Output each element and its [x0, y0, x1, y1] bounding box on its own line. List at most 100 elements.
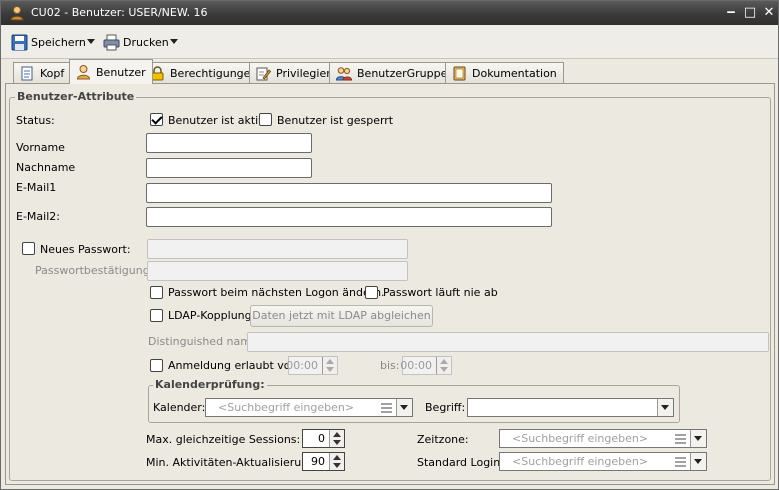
tab-dokumentation[interactable]: Dokumentation — [445, 62, 564, 83]
maximize-button[interactable]: □ — [742, 5, 758, 21]
title-bar: CU02 - Benutzer: USER/NEW. 16 ‒ □ ✕ — [1, 1, 778, 25]
tab-privilegien[interactable]: Privilegien — [249, 62, 341, 83]
min-activity-label: Min. Aktivitäten-Aktualisierung: — [146, 456, 319, 469]
standard-login-label: Standard Login: — [417, 456, 504, 469]
tab-berechtigungen-label: Berechtigungen — [170, 66, 258, 80]
change-on-logon-label: Passwort beim nächsten Logon ändern. — [168, 286, 385, 299]
vorname-input[interactable] — [146, 133, 312, 153]
max-sessions-value: 0 — [318, 432, 325, 445]
tab-bar: Kopf Benutzer Berechtigungen Privilegien… — [1, 59, 778, 84]
print-button[interactable]: Drucken — [103, 33, 169, 51]
new-password-input[interactable] — [147, 239, 408, 259]
print-dropdown-arrow[interactable] — [170, 39, 178, 44]
tab-privilegien-label: Privilegien — [276, 66, 334, 80]
login-until-time-stepper[interactable]: 00:00 — [400, 356, 452, 375]
never-expires-checkbox[interactable] — [365, 286, 378, 299]
save-icon — [11, 34, 28, 50]
spin-up-icon[interactable] — [326, 359, 334, 364]
close-button[interactable]: ✕ — [761, 5, 777, 21]
user-attributes-title: Benutzer-Attribute — [15, 90, 137, 103]
change-on-logon-checkbox[interactable] — [150, 286, 163, 299]
calendar-check-title: Kalenderprüfung: — [153, 378, 267, 391]
save-button[interactable]: Speichern — [11, 33, 86, 51]
standard-login-combobox[interactable]: <Suchbegriff eingeben> — [499, 452, 707, 471]
distinguished-name-input[interactable] — [247, 332, 769, 352]
max-sessions-label: Max. gleichzeitige Sessions: — [146, 433, 301, 446]
timezone-label: Zeitzone: — [417, 433, 469, 446]
tab-kopf[interactable]: Kopf — [13, 62, 72, 83]
document-icon — [21, 66, 33, 80]
spin-down-icon[interactable] — [333, 440, 341, 445]
window-title: CU02 - Benutzer: USER/NEW. 16 — [31, 6, 208, 19]
new-password-label: Neues Passwort: — [40, 243, 131, 256]
email2-input[interactable] — [146, 207, 552, 227]
login-from-time-stepper[interactable]: 00:00 — [286, 356, 338, 375]
chevron-down-icon[interactable] — [657, 399, 673, 416]
save-dropdown-arrow[interactable] — [87, 39, 95, 44]
term-combobox[interactable] — [467, 398, 674, 417]
tab-benutzer[interactable]: Benutzer — [69, 59, 153, 84]
login-from-time-value: 00:00 — [286, 359, 318, 372]
standard-login-placeholder: <Suchbegriff eingeben> — [512, 455, 649, 468]
calendar-combobox[interactable]: <Suchbegriff eingeben> — [205, 398, 413, 417]
list-icon[interactable] — [675, 457, 686, 467]
minimize-button[interactable]: ‒ — [723, 5, 739, 21]
spin-down-icon[interactable] — [326, 367, 334, 372]
login-allowed-label: Anmeldung erlaubt von: — [168, 359, 302, 372]
user-active-checkbox[interactable] — [150, 113, 163, 126]
nachname-label: Nachname — [16, 161, 76, 174]
user-active-label: Benutzer ist aktiv — [168, 114, 265, 127]
spin-down-icon[interactable] — [440, 367, 448, 372]
timezone-combobox[interactable]: <Suchbegriff eingeben> — [499, 429, 707, 448]
password-confirm-label: Passwortbestätigung: — [35, 264, 154, 277]
list-icon[interactable] — [381, 403, 392, 413]
max-sessions-stepper[interactable]: 0 — [302, 429, 345, 448]
login-until-time-value: 00:00 — [400, 359, 432, 372]
email1-input[interactable] — [146, 183, 552, 203]
spin-up-icon[interactable] — [333, 432, 341, 437]
save-button-label: Speichern — [31, 35, 86, 49]
login-until-spin-buttons[interactable] — [436, 357, 451, 374]
chevron-down-icon[interactable] — [690, 430, 706, 447]
min-activity-stepper[interactable]: 90 — [302, 452, 345, 471]
tab-benutzer-label: Benutzer — [96, 65, 146, 79]
login-from-spin-buttons[interactable] — [322, 357, 337, 374]
calendar-label: Kalender: — [153, 401, 206, 414]
tab-benutzergruppen-label: BenutzerGruppen — [357, 66, 455, 80]
spin-up-icon[interactable] — [333, 455, 341, 460]
tab-berechtigungen[interactable]: Berechtigungen — [143, 62, 265, 83]
printer-icon — [103, 34, 120, 50]
vorname-label: Vorname — [16, 141, 65, 154]
new-password-checkbox[interactable] — [22, 242, 35, 255]
toolbar: Speichern Drucken — [1, 25, 778, 59]
calendar-placeholder: <Suchbegriff eingeben> — [218, 401, 355, 414]
spin-down-icon[interactable] — [333, 463, 341, 468]
user-icon — [10, 6, 24, 21]
users-group-icon — [336, 66, 352, 80]
status-label: Status: — [16, 114, 55, 127]
ldap-sync-button[interactable]: Daten jetzt mit LDAP abgleichen — [250, 305, 433, 327]
ldap-coupling-label: LDAP-Kopplung — [168, 309, 252, 322]
max-sessions-spin-buttons[interactable] — [329, 430, 344, 447]
benutzer-tab-panel: Benutzer-Attribute Status: Benutzer ist … — [5, 83, 775, 485]
edit-icon — [256, 67, 271, 80]
min-activity-spin-buttons[interactable] — [329, 453, 344, 470]
min-activity-value: 90 — [311, 455, 325, 468]
list-icon[interactable] — [675, 434, 686, 444]
nachname-input[interactable] — [146, 158, 312, 178]
login-allowed-checkbox[interactable] — [150, 359, 163, 372]
book-icon — [453, 66, 466, 80]
ldap-coupling-checkbox[interactable] — [150, 309, 163, 322]
user-locked-checkbox[interactable] — [259, 113, 272, 126]
tab-benutzergruppen[interactable]: BenutzerGruppen — [329, 62, 462, 83]
chevron-down-icon[interactable] — [690, 453, 706, 470]
email2-label: E-Mail2: — [16, 210, 60, 223]
user-icon — [76, 65, 91, 80]
email1-label: E-Mail1 — [16, 181, 57, 194]
spin-up-icon[interactable] — [440, 359, 448, 364]
distinguished-name-label: Distinguished name: — [148, 335, 262, 348]
password-confirm-input[interactable] — [147, 261, 408, 281]
timezone-placeholder: <Suchbegriff eingeben> — [512, 432, 649, 445]
never-expires-label: Passwort läuft nie ab — [383, 286, 498, 299]
chevron-down-icon[interactable] — [396, 399, 412, 416]
